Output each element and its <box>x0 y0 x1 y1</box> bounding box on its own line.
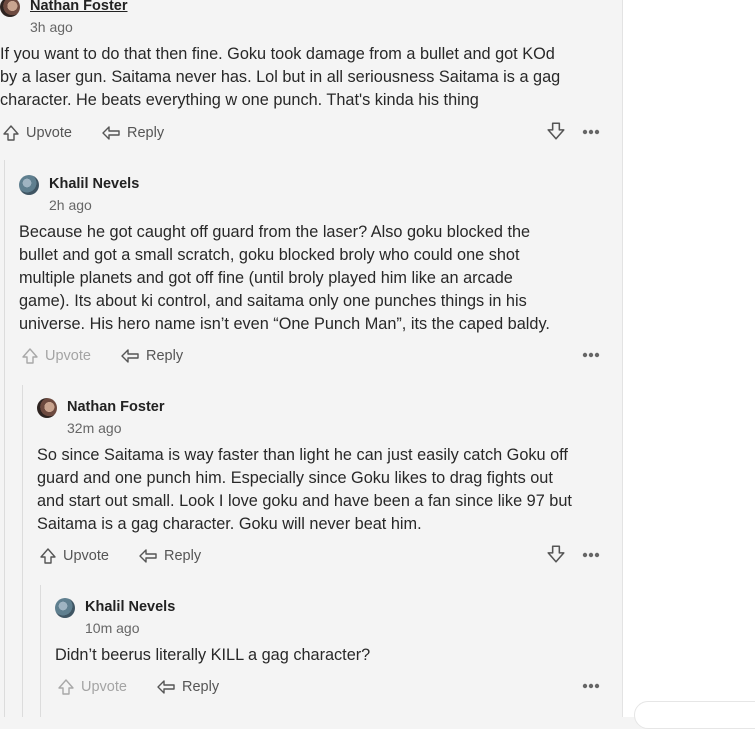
floating-bar-edge <box>634 701 755 729</box>
comment-actions: Upvote Reply <box>37 544 612 568</box>
reply-icon <box>139 549 157 563</box>
comment-text-line: and start out small. Look I love goku an… <box>37 492 572 510</box>
reply-button[interactable]: Reply <box>101 121 164 145</box>
comment-body: So since Saitama is way faster than ligh… <box>37 444 612 536</box>
comment-header: Nathan Foster <box>0 0 612 19</box>
comment-text-line: by a laser gun. Saitama never has. Lol b… <box>0 68 561 86</box>
comment-actions: Upvote Reply <box>0 121 612 145</box>
upvote-button[interactable]: Upvote <box>21 344 91 368</box>
upvote-button[interactable]: Upvote <box>2 121 72 145</box>
comment-author[interactable]: Khalil Nevels <box>49 176 139 192</box>
upvote-arrow-icon <box>3 125 19 141</box>
more-options-icon[interactable] <box>581 678 601 694</box>
comment-text-line: Didn’t beerus literally KILL a gag chara… <box>55 646 371 664</box>
comment-timestamp[interactable]: 10m ago <box>85 620 139 636</box>
comment-text-line: character. He beats everything w one pun… <box>0 91 479 109</box>
comment-author[interactable]: Nathan Foster <box>67 399 165 415</box>
comment: Khalil Nevels 2h ago Because he got caug… <box>19 175 612 364</box>
thread-line <box>22 385 23 717</box>
comment-header: Khalil Nevels <box>55 598 612 620</box>
comment-body: If you want to do that then fine. Goku t… <box>0 43 612 112</box>
upvote-button[interactable]: Upvote <box>39 544 109 568</box>
upvote-label: Upvote <box>26 125 72 141</box>
comment-text-line: bullet and got a small scratch, goku blo… <box>19 246 520 264</box>
comment-header: Nathan Foster <box>37 398 612 420</box>
comment-timestamp[interactable]: 32m ago <box>67 420 121 436</box>
downvote-icon[interactable] <box>546 121 566 141</box>
more-options-icon[interactable] <box>581 347 601 363</box>
upvote-label: Upvote <box>45 348 91 364</box>
comment-text-line: If you want to do that then fine. Goku t… <box>0 45 555 63</box>
comment-author[interactable]: Khalil Nevels <box>85 599 175 615</box>
reply-button[interactable]: Reply <box>138 544 201 568</box>
upvote-label: Upvote <box>63 548 109 564</box>
comment: Nathan Foster 32m ago So since Saitama i… <box>37 398 612 564</box>
downvote-icon[interactable] <box>546 544 566 564</box>
comment-header: Khalil Nevels <box>19 175 612 197</box>
thread-line <box>40 585 41 717</box>
comment-timestamp[interactable]: 3h ago <box>30 19 73 35</box>
avatar[interactable] <box>55 598 75 618</box>
comment-actions: Upvote Reply <box>55 675 612 699</box>
reply-button[interactable]: Reply <box>120 344 183 368</box>
comment-actions: Upvote Reply <box>19 344 612 368</box>
upvote-arrow-icon <box>40 548 56 564</box>
reply-icon <box>121 349 139 363</box>
upvote-label: Upvote <box>81 679 127 695</box>
comment-body: Didn’t beerus literally KILL a gag chara… <box>55 644 612 667</box>
comment-timestamp[interactable]: 2h ago <box>49 197 92 213</box>
right-sidebar <box>622 0 755 729</box>
more-options-icon[interactable] <box>581 547 601 563</box>
avatar[interactable] <box>37 398 57 418</box>
comment: Khalil Nevels 10m ago Didn’t beerus lite… <box>55 598 612 695</box>
upvote-arrow-icon <box>58 679 74 695</box>
reply-label: Reply <box>164 548 202 564</box>
comment-text-line: multiple planets and got off fine (until… <box>19 269 513 287</box>
comment-text-line: universe. His hero name isn’t even “One … <box>19 315 550 333</box>
reply-button[interactable]: Reply <box>156 675 219 699</box>
comment-text-line: Saitama is a gag character. Goku will ne… <box>37 515 422 533</box>
avatar[interactable] <box>0 0 20 17</box>
comment-text-line: Because he got caught off guard from the… <box>19 223 531 241</box>
reply-label: Reply <box>182 679 220 695</box>
reply-label: Reply <box>146 348 184 364</box>
reply-icon <box>157 680 175 694</box>
comment-text-line: So since Saitama is way faster than ligh… <box>37 446 568 464</box>
upvote-button[interactable]: Upvote <box>57 675 127 699</box>
upvote-arrow-icon <box>22 348 38 364</box>
reply-label: Reply <box>127 125 165 141</box>
avatar[interactable] <box>19 175 39 195</box>
comment-text-line: guard and one punch him. Especially sinc… <box>37 469 553 487</box>
comment-body: Because he got caught off guard from the… <box>19 221 612 336</box>
thread-line <box>4 160 5 717</box>
comment: Nathan Foster 3h ago If you want to do t… <box>0 0 612 141</box>
comment-text-line: game). Its about ki control, and saitama… <box>19 292 527 310</box>
comment-author[interactable]: Nathan Foster <box>30 0 128 14</box>
more-options-icon[interactable] <box>581 124 601 140</box>
reply-icon <box>102 126 120 140</box>
